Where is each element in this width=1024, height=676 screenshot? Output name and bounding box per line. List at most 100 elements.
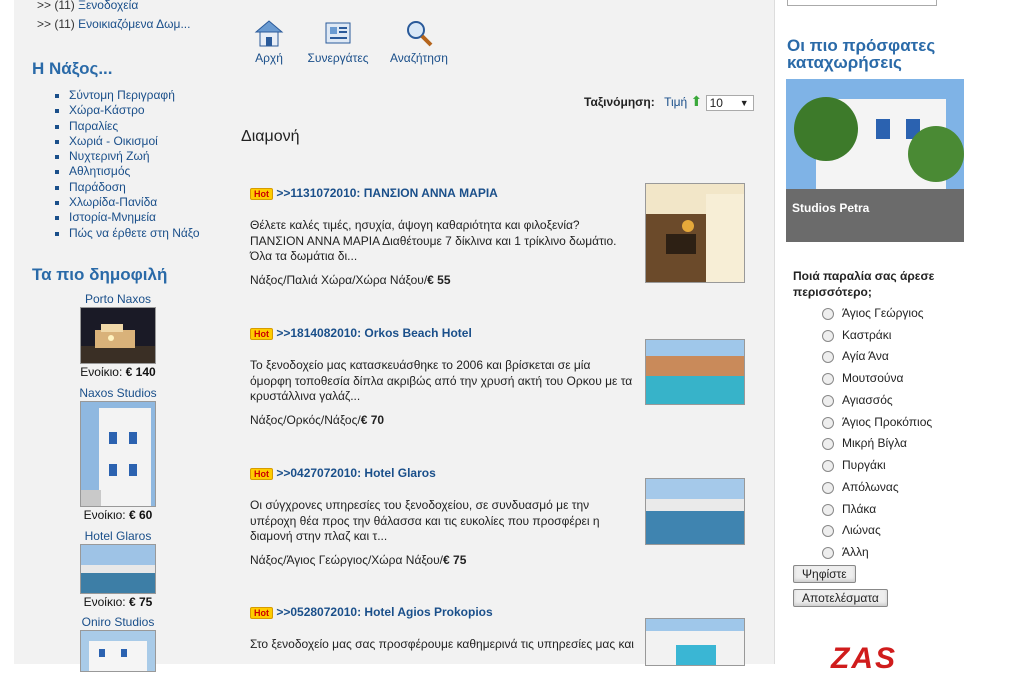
popular-item-name[interactable]: Porto Naxos [70,292,166,306]
poll-option[interactable]: Άγιος Προκόπιος [822,415,932,429]
toolbar-home-label: Αρχή [255,51,283,65]
popular-item-name[interactable]: Naxos Studios [70,386,166,400]
poll-option[interactable]: Απόλωνας [822,480,899,494]
recent-section-title: Οι πιο πρόσφατες καταχωρήσεις [787,36,936,72]
listing-title-link[interactable]: >>1131072010: ΠΑΝΣΙΟΝ ΑΝΝΑ ΜΑΡΙΑ [276,186,498,200]
naxos-link-chora[interactable]: Χώρα-Κάστρο [69,103,145,117]
poll-option[interactable]: Πλάκα [822,502,876,516]
popular-item-photo[interactable] [80,307,156,364]
radio-button[interactable] [822,350,834,363]
sort-control: Ταξινόμηση: Τιμή ⬆ 10 ▼ [584,93,754,111]
naxos-section-title: Η Νάξος... [32,59,113,78]
sponsor-logo[interactable]: ZAS [831,642,897,676]
partners-icon [325,22,351,44]
magnifier-icon [407,21,433,47]
listing-title-link[interactable]: >>1814082010: Orkos Beach Hotel [276,326,471,340]
category-hotels-link[interactable]: Ξενοδοχεία [78,0,138,12]
naxos-link-history[interactable]: Ιστορία-Μνημεία [69,210,156,224]
poll-option[interactable]: Λιώνας [822,523,881,537]
listing-photo[interactable] [645,339,745,405]
popular-section-title: Τα πιο δημοφιλή [32,265,168,284]
listing-photo[interactable] [645,618,745,666]
listing-photo[interactable] [645,183,745,283]
hot-badge: Hot [250,606,273,619]
recent-listing-photo[interactable]: Studios Petra [786,79,964,242]
radio-button[interactable] [822,372,834,385]
popular-item-photo[interactable] [80,630,156,672]
listing-description: Στο ξενοδοχείο μας σας προσφέρουμε καθημ… [250,637,634,651]
poll-option[interactable]: Μουτσούνα [822,371,903,385]
poll-option[interactable]: Άγιος Γεώργιος [822,306,924,320]
naxos-link-villages[interactable]: Χωριά - Οικισμοί [69,134,158,148]
poll-option[interactable]: Άλλη [822,545,869,559]
popular-item-name[interactable]: Hotel Glaros [70,529,166,543]
poll-option[interactable]: Αγία Άνα [822,349,889,363]
radio-button[interactable] [822,503,834,516]
radio-button[interactable] [822,394,834,407]
toolbar-home[interactable]: Αρχή [234,18,304,65]
sort-up-arrow-icon[interactable]: ⬆ [691,93,703,109]
listing-title-link[interactable]: >>0427072010: Hotel Glaros [276,466,435,480]
listing-description: Το ξενοδοχείο μας κατασκευάσθηκε το 2006… [250,358,633,403]
category-rooms-link[interactable]: Ενοικιαζόμενα Δωμ... [78,17,190,31]
toolbar-search[interactable]: Αναζήτηση [384,18,454,65]
popular-item[interactable]: Hotel Glaros Ενοίκιο: € 75 [70,529,166,609]
radio-button[interactable] [822,437,834,450]
poll-option[interactable]: Αγιασσός [822,393,893,407]
naxos-link-beaches[interactable]: Παραλίες [69,119,118,133]
listing-location: Νάξος/Άγιος Γεώργιος/Χώρα Νάξου/€ 75 [250,552,467,567]
listing-item: Hot >>0427072010: Hotel Glaros Οι σύγχρο… [250,466,745,567]
radio-button[interactable] [822,524,834,537]
search-input[interactable] [787,0,937,6]
popular-item[interactable]: Porto Naxos Ενοίκιο: € 140 [70,292,166,379]
naxos-link-flora[interactable]: Χλωρίδα-Πανίδα [69,195,157,209]
poll-option[interactable]: Πυργάκι [822,458,886,472]
page-margin [1008,0,1024,664]
listing-photo[interactable] [645,478,745,545]
popular-item-name[interactable]: Oniro Studios [70,615,166,629]
hot-badge: Hot [250,327,273,340]
home-icon [254,20,284,47]
chevron-down-icon: ▼ [739,97,749,108]
listing-location: Νάξος/Ορκός/Νάξος/€ 70 [250,412,385,427]
radio-button[interactable] [822,307,834,320]
naxos-links-list: Σύντομη Περιγραφή Χώρα-Κάστρο Παραλίες Χ… [69,88,200,241]
naxos-link-description[interactable]: Σύντομη Περιγραφή [69,88,175,102]
recent-listing-caption[interactable]: Studios Petra [792,201,869,215]
popular-item-photo[interactable] [80,544,156,594]
poll-option[interactable]: Καστράκι [822,328,891,342]
toolbar-partners-label: Συνεργάτες [307,51,369,65]
vote-button[interactable]: Ψηφίστε [793,565,856,583]
page-title: Διαμονή [241,128,300,145]
radio-button[interactable] [822,546,834,559]
sort-field-link[interactable]: Τιμή [664,95,687,109]
popular-item[interactable]: Naxos Studios Ενοίκιο: € 60 [70,386,166,522]
radio-button[interactable] [822,329,834,342]
popular-item-photo[interactable] [80,401,156,507]
hot-badge: Hot [250,467,273,480]
radio-button[interactable] [822,459,834,472]
naxos-link-sports[interactable]: Αθλητισμός [69,164,130,178]
naxos-link-nightlife[interactable]: Νυχτερινή Ζωή [69,149,150,163]
listing-description: Οι σύγχρονες υπηρεσίες του ξενοδοχείου, … [250,498,600,543]
naxos-link-travel[interactable]: Πώς να έρθετε στη Νάξο [69,226,200,240]
toolbar-partners[interactable]: Συνεργάτες [303,18,373,65]
category-rooms[interactable]: >> (11) Ενοικιαζόμενα Δωμ... [37,17,190,31]
radio-button[interactable] [822,416,834,429]
results-button[interactable]: Αποτελέσματα [793,589,888,607]
hot-badge: Hot [250,187,273,200]
listing-title-link[interactable]: >>0528072010: Hotel Agios Prokopios [276,605,492,619]
radio-button[interactable] [822,481,834,494]
sort-count-select[interactable]: 10 ▼ [705,94,754,111]
listing-item: Hot >>1131072010: ΠΑΝΣΙΟΝ ΑΝΝΑ ΜΑΡΙΑ Θέλ… [250,183,745,287]
category-hotels[interactable]: >> (11) Ξενοδοχεία [37,0,138,12]
toolbar-search-label: Αναζήτηση [390,51,448,65]
right-sidebar: Οι πιο πρόσφατες καταχωρήσεις Studios Pe… [774,0,1010,675]
popular-item[interactable]: Oniro Studios [70,615,166,673]
poll-option[interactable]: Μικρή Βίγλα [822,436,907,450]
left-sidebar: >> (11) Ξενοδοχεία >> (11) Ενοικιαζόμενα… [14,0,222,672]
naxos-link-tradition[interactable]: Παράδοση [69,180,126,194]
listing-item: Hot >>0528072010: Hotel Agios Prokopios … [250,605,745,666]
sort-label: Ταξινόμηση: [584,95,655,109]
listing-description: Θέλετε καλές τιμές, ησυχία, άψογη καθαρι… [250,218,617,263]
